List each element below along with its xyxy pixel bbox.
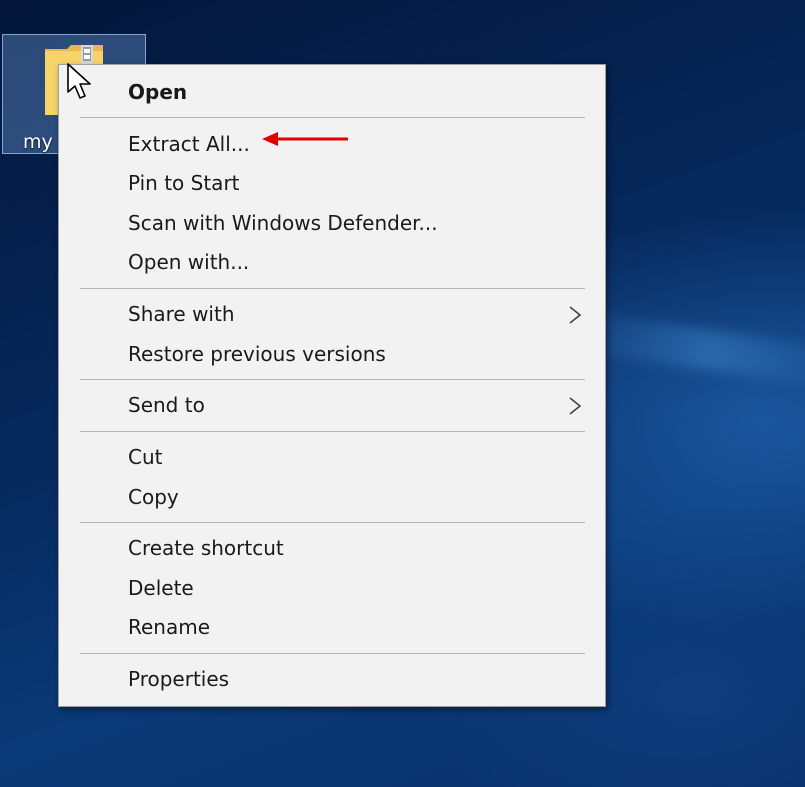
menu-item-restore-versions[interactable]: Restore previous versions [60,335,604,373]
desktop-icon-label: my [23,131,53,153]
menu-item-label: Share with [128,302,235,326]
menu-separator [80,117,585,118]
menu-item-label: Extract All... [128,132,250,156]
menu-item-cut[interactable]: Cut [60,438,604,476]
menu-item-label: Open with... [128,250,250,274]
menu-item-label: Copy [128,485,179,509]
menu-item-label: Create shortcut [128,536,284,560]
menu-item-delete[interactable]: Delete [60,569,604,607]
menu-separator [80,431,585,432]
menu-item-copy[interactable]: Copy [60,478,604,516]
menu-separator [80,522,585,523]
menu-item-create-shortcut[interactable]: Create shortcut [60,529,604,567]
menu-item-label: Send to [128,393,205,417]
chevron-right-icon [569,397,582,415]
red-arrow-annotation [262,132,348,146]
menu-separator [80,379,585,380]
menu-item-share-with[interactable]: Share with [60,295,604,333]
menu-item-label: Pin to Start [128,171,240,195]
menu-item-open[interactable]: Open [60,73,604,111]
menu-item-pin-to-start[interactable]: Pin to Start [60,164,604,202]
menu-item-properties[interactable]: Properties [60,660,604,698]
menu-separator [80,288,585,289]
menu-item-open-with[interactable]: Open with... [60,243,604,281]
menu-item-label: Restore previous versions [128,342,386,366]
menu-item-scan-defender[interactable]: Scan with Windows Defender... [60,204,604,242]
menu-separator [80,653,585,654]
menu-item-label: Rename [128,615,211,639]
menu-item-label: Scan with Windows Defender... [128,211,438,235]
menu-item-label: Open [128,80,188,104]
chevron-right-icon [569,306,582,324]
mouse-cursor-icon [67,63,91,99]
context-menu: Open Extract All... Pin to Start Scan wi… [58,64,606,707]
menu-item-label: Properties [128,667,230,691]
menu-item-rename[interactable]: Rename [60,608,604,646]
menu-item-label: Delete [128,576,194,600]
menu-item-send-to[interactable]: Send to [60,386,604,424]
menu-item-label: Cut [128,445,163,469]
